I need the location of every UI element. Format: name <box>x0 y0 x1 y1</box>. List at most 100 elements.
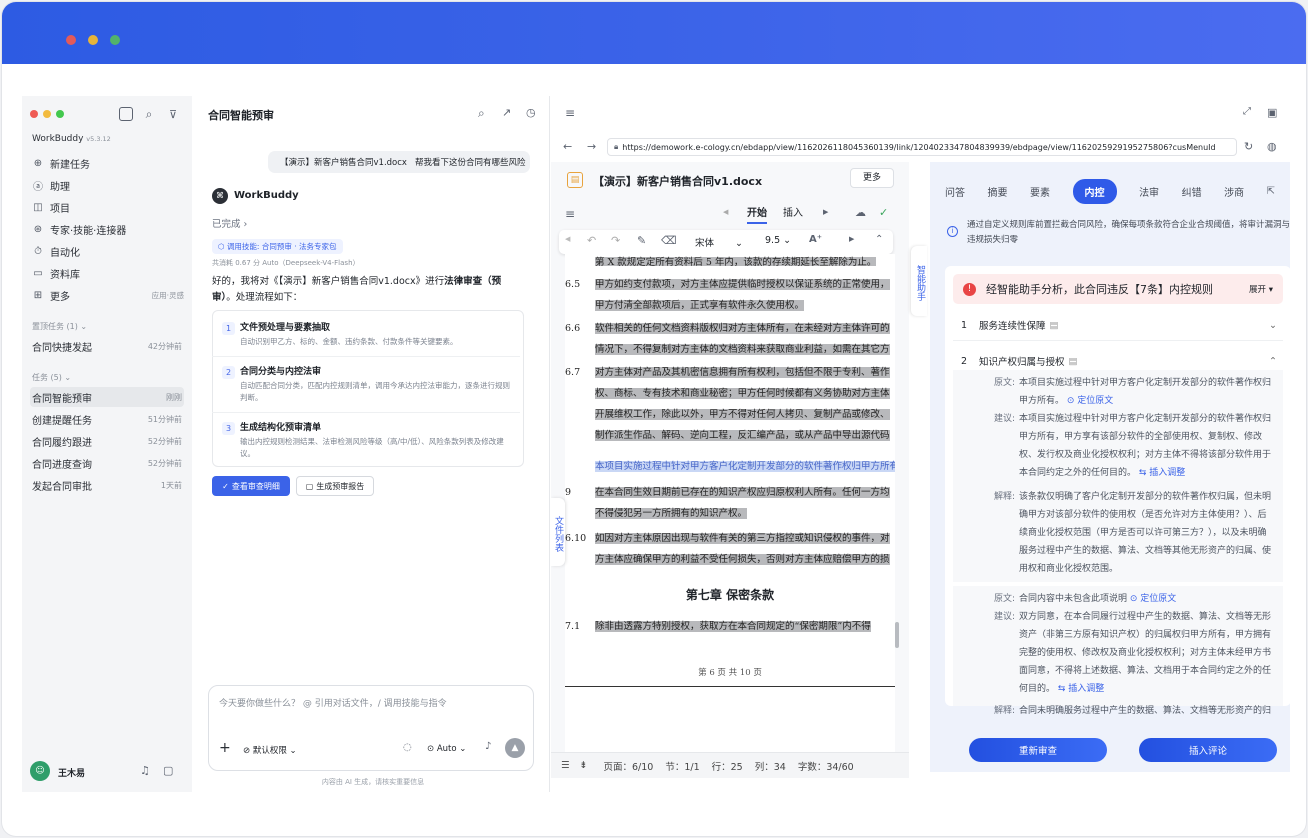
smart-assistant-tab[interactable]: 智能助手 <box>911 246 927 316</box>
banner-zoom-dot <box>110 35 120 45</box>
nav-more[interactable]: ⊞ 更多 应用·灵感 <box>30 285 184 305</box>
tab-prev-icon[interactable]: ◀ <box>723 208 728 216</box>
traffic-minimize[interactable] <box>43 110 51 118</box>
divider <box>953 340 1283 341</box>
font-grow-icon[interactable]: A⁺ <box>809 234 822 245</box>
nav-expert[interactable]: ⊛ 专家·技能·连接器 <box>30 219 184 239</box>
tab-internal-control[interactable]: 内控 <box>1072 178 1117 204</box>
mic-icon[interactable]: ♪ <box>485 741 491 752</box>
tasks-group-label[interactable]: 任务 (5) ⌄ <box>32 372 71 383</box>
insert-adjust-link[interactable]: ⇆ 插入调整 <box>1058 684 1104 694</box>
doc-title: 【演示】新客户销售合同v1.docx <box>593 175 763 188</box>
model-select[interactable]: ⊙ Auto ⌄ <box>427 744 466 754</box>
generate-report-button[interactable]: ▢ 生成预审报告 <box>296 476 374 496</box>
menu-icon[interactable]: ≡ <box>565 106 575 120</box>
review-tabs: 问答 摘要 要素 内控 法审 纠错 涉商 ⇱ <box>945 178 1275 204</box>
url-bar[interactable]: 🔒︎ https://demowork.e-cology.cn/ebdapp/vi… <box>607 138 1237 156</box>
task-item-active[interactable]: 合同智能预审 刚刚 <box>30 387 184 407</box>
paragraph: 6.10 如因对方主体原因出现与软件有关的第三方指控或知识侵权的事件，对方主体应确… <box>565 528 895 570</box>
bot-avatar: ⌘ <box>212 188 228 204</box>
window-icon[interactable]: ▣ <box>1267 106 1277 119</box>
history-icon[interactable]: ◷ <box>526 106 536 119</box>
send-button[interactable]: ▲ <box>505 738 525 758</box>
new-task-icon: ⊕ <box>33 157 43 169</box>
more-format-icon[interactable]: ▶ <box>849 235 854 243</box>
banner-close-dot <box>66 35 76 45</box>
back-icon[interactable]: ← <box>563 140 572 153</box>
more-icon: ⊞ <box>33 289 43 301</box>
left-icon[interactable]: ◀ <box>565 235 570 243</box>
permission-select[interactable]: ⊘ 默认权限 ⌄ <box>243 744 297 756</box>
expand-icon[interactable]: ⤢ <box>1243 106 1251 117</box>
search-icon[interactable]: ⌕ <box>141 106 157 122</box>
traffic-zoom[interactable] <box>56 110 64 118</box>
search-icon[interactable]: ⌕ <box>478 106 485 121</box>
rule-item-2[interactable]: 2 知识产权归属与授权 ▤ ⌃ <box>961 354 1277 369</box>
tab-business[interactable]: 涉商 <box>1224 180 1244 203</box>
forward-icon[interactable]: → <box>587 140 596 153</box>
redo-icon[interactable]: ↷ <box>611 234 620 247</box>
locate-link[interactable]: ⊙ 定位原文 <box>1130 594 1176 604</box>
outline-icon[interactable]: ⇟ <box>580 760 588 771</box>
app-version: v5.3.12 <box>86 135 111 143</box>
tab-next-icon[interactable]: ▶ <box>823 208 828 216</box>
share-icon[interactable]: ↗ <box>502 106 511 119</box>
cloud-icon[interactable]: ☁ <box>855 206 866 219</box>
nav-new-task[interactable]: ⊕ 新建任务 <box>30 153 184 173</box>
eraser-icon[interactable]: ⌫ <box>661 234 677 247</box>
size-select[interactable]: 9.5 ⌄ <box>765 235 791 246</box>
nav-automation[interactable]: ⏱ 自动化 <box>30 241 184 261</box>
attached-file[interactable]: 【演示】新客户销售合同v1.docx <box>280 156 407 168</box>
task-item[interactable]: 创建提醒任务 51分钟前 <box>30 409 184 429</box>
hamburger-icon[interactable]: ≡ <box>565 207 575 221</box>
rereview-button[interactable]: 重新审查 <box>969 738 1107 762</box>
view-details-button[interactable]: ✓ 查看审查明细 <box>212 476 290 496</box>
tab-qa[interactable]: 问答 <box>945 180 965 203</box>
sidebar-toggle-icon[interactable] <box>119 107 133 121</box>
tab-summary[interactable]: 摘要 <box>988 180 1008 203</box>
tab-correction[interactable]: 纠错 <box>1182 180 1202 203</box>
pinned-group-label[interactable]: 置顶任务 (1) ⌄ <box>32 321 87 332</box>
skill-badge[interactable]: ⬡ 调用技能: 合同预审 · 法务专家包 <box>212 239 343 254</box>
user-avatar[interactable]: ☺ <box>30 761 50 781</box>
chat-panel: 合同智能预审 ⌕ ↗ ◷ 【演示】新客户销售合同v1.docx 帮我看下这份合同… <box>196 96 550 792</box>
bell-icon[interactable]: ♫ <box>140 764 150 777</box>
nav-library[interactable]: ▭ 资料库 <box>30 263 184 283</box>
file-list-tab[interactable]: 文件列表 <box>551 498 565 566</box>
nav-project[interactable]: ◫ 项目 <box>30 197 184 217</box>
task-item[interactable]: 发起合同审批 1天前 <box>30 475 184 495</box>
filter-icon[interactable]: ⊽ <box>165 106 181 122</box>
font-select[interactable]: 宋体 ⌄ <box>695 235 743 249</box>
rule-item-1[interactable]: 1 服务连续性保障 ▤ ⌄ <box>961 318 1277 333</box>
tab-insert[interactable]: 插入 <box>783 204 803 219</box>
collapse-icon[interactable]: ⌃ <box>875 234 883 245</box>
tab-elements[interactable]: 要素 <box>1030 180 1050 203</box>
traffic-close[interactable] <box>30 110 38 118</box>
pinned-task[interactable]: 合同快捷发起 42分钟前 <box>30 336 184 356</box>
paragraph: 6.5 甲方如约支付款项，对方主体应提供临时授权以保证系统的正常使用，甲方付清全部… <box>565 279 890 311</box>
insert-adjust-link[interactable]: ⇆ 插入调整 <box>1139 468 1185 478</box>
task-item[interactable]: 合同进度查询 52分钟前 <box>30 453 184 473</box>
page-footer: 第 6 页 共 10 页 <box>698 668 762 678</box>
plus-icon[interactable]: + <box>219 740 231 756</box>
insert-comment-button[interactable]: 插入评论 <box>1139 738 1277 762</box>
list-icon[interactable]: ☰ <box>561 760 570 771</box>
status-completed[interactable]: 已完成 › <box>212 216 247 230</box>
tab-start[interactable]: 开始 <box>747 204 767 224</box>
reload-icon[interactable]: ↻ <box>1244 140 1253 153</box>
globe-icon[interactable]: ◍ <box>1267 140 1277 153</box>
vscrollbar[interactable] <box>895 622 899 648</box>
message-icon[interactable]: ▢ <box>163 764 173 777</box>
open-external-icon[interactable]: ⇱ <box>1267 186 1275 197</box>
status-row: 行：25 <box>711 761 743 773</box>
nav-assistant[interactable]: ⓐ 助理 <box>30 175 184 195</box>
format-painter-icon[interactable]: ✎ <box>637 234 646 247</box>
chat-input[interactable]: 今天要你做些什么？ @ 引用对话文件，/ 调用技能与指令 <box>219 696 447 709</box>
expand-toggle[interactable]: 展开 ▾ <box>1249 283 1273 295</box>
locate-link[interactable]: ⊙ 定位原文 <box>1067 396 1113 406</box>
undo-icon[interactable]: ↶ <box>587 234 596 247</box>
banner-minimize-dot <box>88 35 98 45</box>
tab-legal[interactable]: 法审 <box>1139 180 1159 203</box>
more-button[interactable]: 更多 <box>850 168 894 188</box>
task-item[interactable]: 合同履约跟进 52分钟前 <box>30 431 184 451</box>
